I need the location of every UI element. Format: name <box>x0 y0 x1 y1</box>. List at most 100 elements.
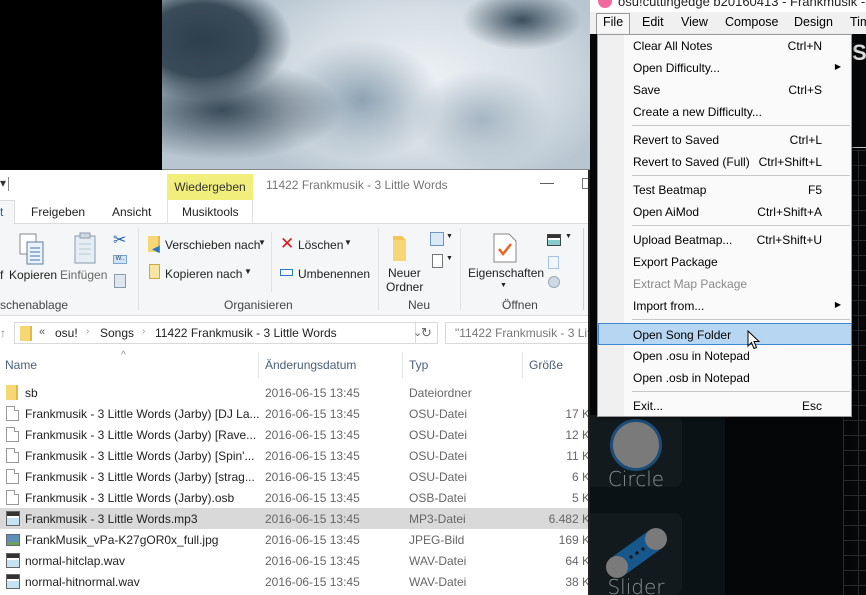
file-date: 2016-06-15 13:45 <box>265 554 360 568</box>
breadcrumb-current-folder[interactable]: 11422 Frankmusik - 3 Little Words <box>155 326 337 340</box>
menu-file[interactable]: File <box>596 13 631 34</box>
menu-item-import-from[interactable]: Import from... ▶ <box>599 295 851 317</box>
column-header-name[interactable]: Name <box>5 358 37 372</box>
move-to-button[interactable]: Verschieben nach <box>165 238 260 252</box>
menu-item-open-song-folder[interactable]: Open Song Folder <box>598 323 852 345</box>
menu-item-label: Open AiMod <box>633 205 700 219</box>
file-row[interactable]: normal-hitnormal.wav 2016-06-15 13:45 WAV-… <box>0 571 590 592</box>
history-icon[interactable] <box>548 276 560 288</box>
menu-separator <box>632 175 850 176</box>
tool-slider-button[interactable]: Slider <box>590 513 682 595</box>
tab-view[interactable]: Ansicht <box>112 205 151 219</box>
column-header-date[interactable]: Änderungsdatum <box>265 358 356 372</box>
group-label-organize: Organisieren <box>224 298 293 312</box>
media-file-icon <box>6 574 20 589</box>
file-row[interactable]: sb 2016-06-15 13:45 Dateiordner <box>0 382 590 403</box>
easy-access-dropdown-icon[interactable]: ▼ <box>446 255 453 262</box>
file-row[interactable]: Frankmusik - 3 Little Words (Jarby) [DJ … <box>0 403 590 424</box>
tab-music-tools[interactable]: Musiktools <box>167 200 253 224</box>
menu-view[interactable]: View <box>681 15 708 29</box>
menu-item-revert-to-saved-full[interactable]: Revert to Saved (Full) Ctrl+Shift+L <box>599 151 851 173</box>
delete-dropdown-icon[interactable]: ▼ <box>344 238 352 247</box>
menu-item-open-osb-in-notepad[interactable]: Open .osb in Notepad <box>599 367 851 389</box>
paste-shortcut-icon[interactable] <box>114 274 126 288</box>
properties-icon[interactable] <box>493 233 517 263</box>
new-folder-icon[interactable] <box>392 234 412 262</box>
menu-item-revert-to-saved[interactable]: Revert to Saved Ctrl+L <box>599 129 851 151</box>
file-row[interactable]: Frankmusik - 3 Little Words (Jarby) [Rav… <box>0 424 590 445</box>
breadcrumb-songs[interactable]: Songs <box>100 326 134 340</box>
menu-item-exit[interactable]: Exit... Esc <box>599 395 851 417</box>
open-dropdown-icon[interactable]: ▼ <box>565 233 572 240</box>
file-type: JPEG-Bild <box>409 533 465 547</box>
paste-icon[interactable] <box>74 232 96 264</box>
menu-item-clear-all-notes[interactable]: Clear All Notes Ctrl+N <box>599 35 851 57</box>
column-resize-handle[interactable] <box>522 352 523 378</box>
rename-button[interactable]: Umbenennen <box>298 267 370 281</box>
copy-icon[interactable] <box>18 232 46 266</box>
submenu-arrow-icon: ▶ <box>834 62 841 71</box>
menu-item-upload-beatmap[interactable]: Upload Beatmap... Ctrl+Shift+U <box>599 229 851 251</box>
search-input[interactable]: "11422 Frankmusik - 3 Litt <box>445 322 590 344</box>
file-date: 2016-06-15 13:45 <box>265 470 360 484</box>
delete-button[interactable]: Löschen <box>298 238 343 252</box>
tool-circle-button[interactable]: Circle <box>590 415 682 491</box>
menu-item-open-aimod[interactable]: Open AiMod Ctrl+Shift+A <box>599 201 851 223</box>
new-item-icon[interactable] <box>430 232 444 246</box>
column-resize-handle[interactable] <box>258 352 259 378</box>
properties-button[interactable]: Eigenschaften <box>468 266 544 280</box>
column-header-type[interactable]: Typ <box>409 358 428 372</box>
copy-to-button[interactable]: Kopieren nach <box>165 267 242 281</box>
file-name: Frankmusik - 3 Little Words.mp3 <box>25 512 198 526</box>
properties-dropdown-icon[interactable]: ▼ <box>500 282 507 289</box>
menu-item-export-package[interactable]: Export Package <box>599 251 851 273</box>
open-with-media-icon[interactable] <box>547 234 561 246</box>
breadcrumb-osu[interactable]: osu! <box>55 326 78 340</box>
file-row[interactable]: FrankMusik_vPa-K27gOR0x_full.jpg 2016-06-… <box>0 529 590 550</box>
tab-share[interactable]: Freigeben <box>31 205 85 219</box>
address-bar[interactable]: « osu! › Songs › 11422 Frankmusik - 3 Li… <box>14 322 422 344</box>
file-row[interactable]: Frankmusik - 3 Little Words (Jarby) [str… <box>0 466 590 487</box>
move-to-dropdown-icon[interactable]: ▼ <box>258 238 266 247</box>
new-folder-button[interactable]: Neuer <box>388 266 421 280</box>
file-row[interactable]: Frankmusik - 3 Little Words (Jarby) [Spi… <box>0 445 590 466</box>
breadcrumb-separator[interactable]: › <box>142 326 145 337</box>
menu-compose[interactable]: Compose <box>725 15 779 29</box>
menu-item-test-beatmap[interactable]: Test Beatmap F5 <box>599 179 851 201</box>
refresh-button[interactable]: ↻ <box>416 322 438 344</box>
copy-to-icon <box>149 264 160 279</box>
cut-icon[interactable]: ✂ <box>113 230 126 250</box>
pin-quick-access-label[interactable]: f <box>0 268 3 282</box>
column-header-size[interactable]: Größe <box>529 358 563 372</box>
breadcrumb-separator[interactable]: › <box>86 326 89 337</box>
file-row[interactable]: Frankmusik - 3 Little Words.mp3 2016-06-1… <box>0 508 590 529</box>
column-headers: ^ Name Änderungsdatum Typ Größe <box>0 350 590 378</box>
copy-to-dropdown-icon[interactable]: ▼ <box>244 267 252 276</box>
file-row[interactable]: normal-hitclap.wav 2016-06-15 13:45 WAV-Da… <box>0 550 590 571</box>
copy-path-icon[interactable]: W.. <box>113 255 127 264</box>
minimize-button[interactable]: — <box>537 174 557 194</box>
menu-timing[interactable]: Timing <box>850 15 866 29</box>
copy-button[interactable]: Kopieren <box>9 268 57 282</box>
ribbon-divider <box>583 228 584 310</box>
new-folder-button-line2[interactable]: Ordner <box>386 280 423 294</box>
menu-edit[interactable]: Edit <box>642 15 664 29</box>
quick-access-dropdown-icon[interactable]: ▾ <box>0 176 6 190</box>
new-item-dropdown-icon[interactable]: ▼ <box>446 233 453 240</box>
breadcrumb-overflow[interactable]: « <box>39 326 45 338</box>
paste-button[interactable]: Einfügen <box>60 268 107 282</box>
menu-item-create-a-new-difficulty[interactable]: Create a new Difficulty... <box>599 101 851 123</box>
file-size: 169 K <box>558 533 590 547</box>
file-date: 2016-06-15 13:45 <box>265 407 360 421</box>
tab-start[interactable]: t <box>0 200 15 225</box>
up-arrow-icon[interactable]: ↑ <box>0 326 6 340</box>
menu-design[interactable]: Design <box>794 15 833 29</box>
column-resize-handle[interactable] <box>402 352 403 378</box>
menu-item-open-difficulty[interactable]: Open Difficulty... ▶ <box>599 57 851 79</box>
file-row[interactable]: Frankmusik - 3 Little Words (Jarby).osb 2… <box>0 487 590 508</box>
edit-icon[interactable] <box>548 256 559 269</box>
menu-item-save[interactable]: Save Ctrl+S <box>599 79 851 101</box>
file-explorer-window: ▾ Wiedergeben 11422 Frankmusik - 3 Littl… <box>0 170 590 595</box>
easy-access-icon[interactable] <box>432 254 443 268</box>
menu-item-open-osu-in-notepad[interactable]: Open .osu in Notepad <box>599 345 851 367</box>
